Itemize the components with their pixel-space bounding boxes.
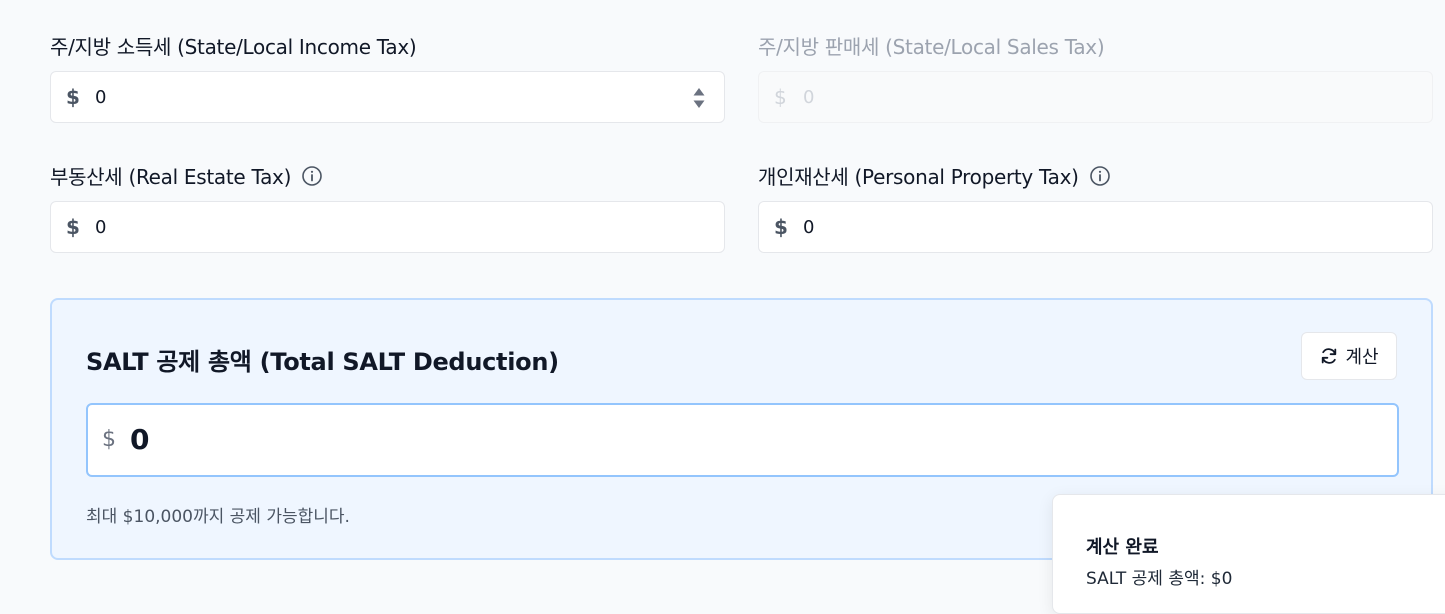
- personal-property-tax-label-text: 개인재산세 (Personal Property Tax): [758, 165, 1079, 189]
- dollar-sign: $: [66, 85, 80, 109]
- toast-notification: 계산 완료 SALT 공제 총액: $0: [1052, 494, 1445, 614]
- state-income-tax-label-text: 주/지방 소득세 (State/Local Income Tax): [50, 35, 417, 59]
- state-income-tax-label: 주/지방 소득세 (State/Local Income Tax): [50, 31, 417, 60]
- state-sales-tax-value: 0: [803, 86, 815, 108]
- dollar-sign: $: [102, 427, 116, 452]
- state-income-tax-value[interactable]: 0: [95, 87, 106, 108]
- salt-total-input[interactable]: $ 0: [86, 403, 1399, 477]
- personal-property-tax-input[interactable]: $ 0: [758, 201, 1433, 253]
- real-estate-tax-value[interactable]: 0: [95, 217, 106, 238]
- dollar-sign: $: [774, 215, 788, 239]
- salt-helper-text: 최대 $10,000까지 공제 가능합니다.: [86, 507, 350, 527]
- real-estate-tax-input[interactable]: $ 0: [50, 201, 725, 253]
- personal-property-tax-label: 개인재산세 (Personal Property Tax): [758, 161, 1111, 190]
- dollar-sign: $: [66, 215, 80, 239]
- calculate-button-label: 계산: [1345, 347, 1379, 368]
- real-estate-tax-label: 부동산세 (Real Estate Tax): [50, 161, 323, 190]
- personal-property-tax-value[interactable]: 0: [803, 217, 814, 238]
- refresh-icon: [1322, 348, 1337, 364]
- number-stepper-icon[interactable]: [692, 86, 706, 110]
- real-estate-tax-label-text: 부동산세 (Real Estate Tax): [50, 165, 292, 189]
- state-sales-tax-label: 주/지방 판매세 (State/Local Sales Tax): [758, 31, 1105, 60]
- salt-total-title: SALT 공제 총액 (Total SALT Deduction): [86, 348, 559, 376]
- dollar-sign: $: [774, 85, 787, 109]
- info-icon[interactable]: [301, 165, 323, 187]
- calculate-button[interactable]: 계산: [1301, 332, 1397, 380]
- state-income-tax-input[interactable]: $ 0: [50, 71, 725, 123]
- state-sales-tax-input: $ 0: [758, 71, 1433, 123]
- toast-message: SALT 공제 총액: $0: [1086, 569, 1233, 589]
- salt-total-value: 0: [130, 423, 150, 456]
- info-icon[interactable]: [1089, 165, 1111, 187]
- toast-title: 계산 완료: [1086, 537, 1159, 558]
- state-sales-tax-label-text: 주/지방 판매세 (State/Local Sales Tax): [758, 35, 1105, 59]
